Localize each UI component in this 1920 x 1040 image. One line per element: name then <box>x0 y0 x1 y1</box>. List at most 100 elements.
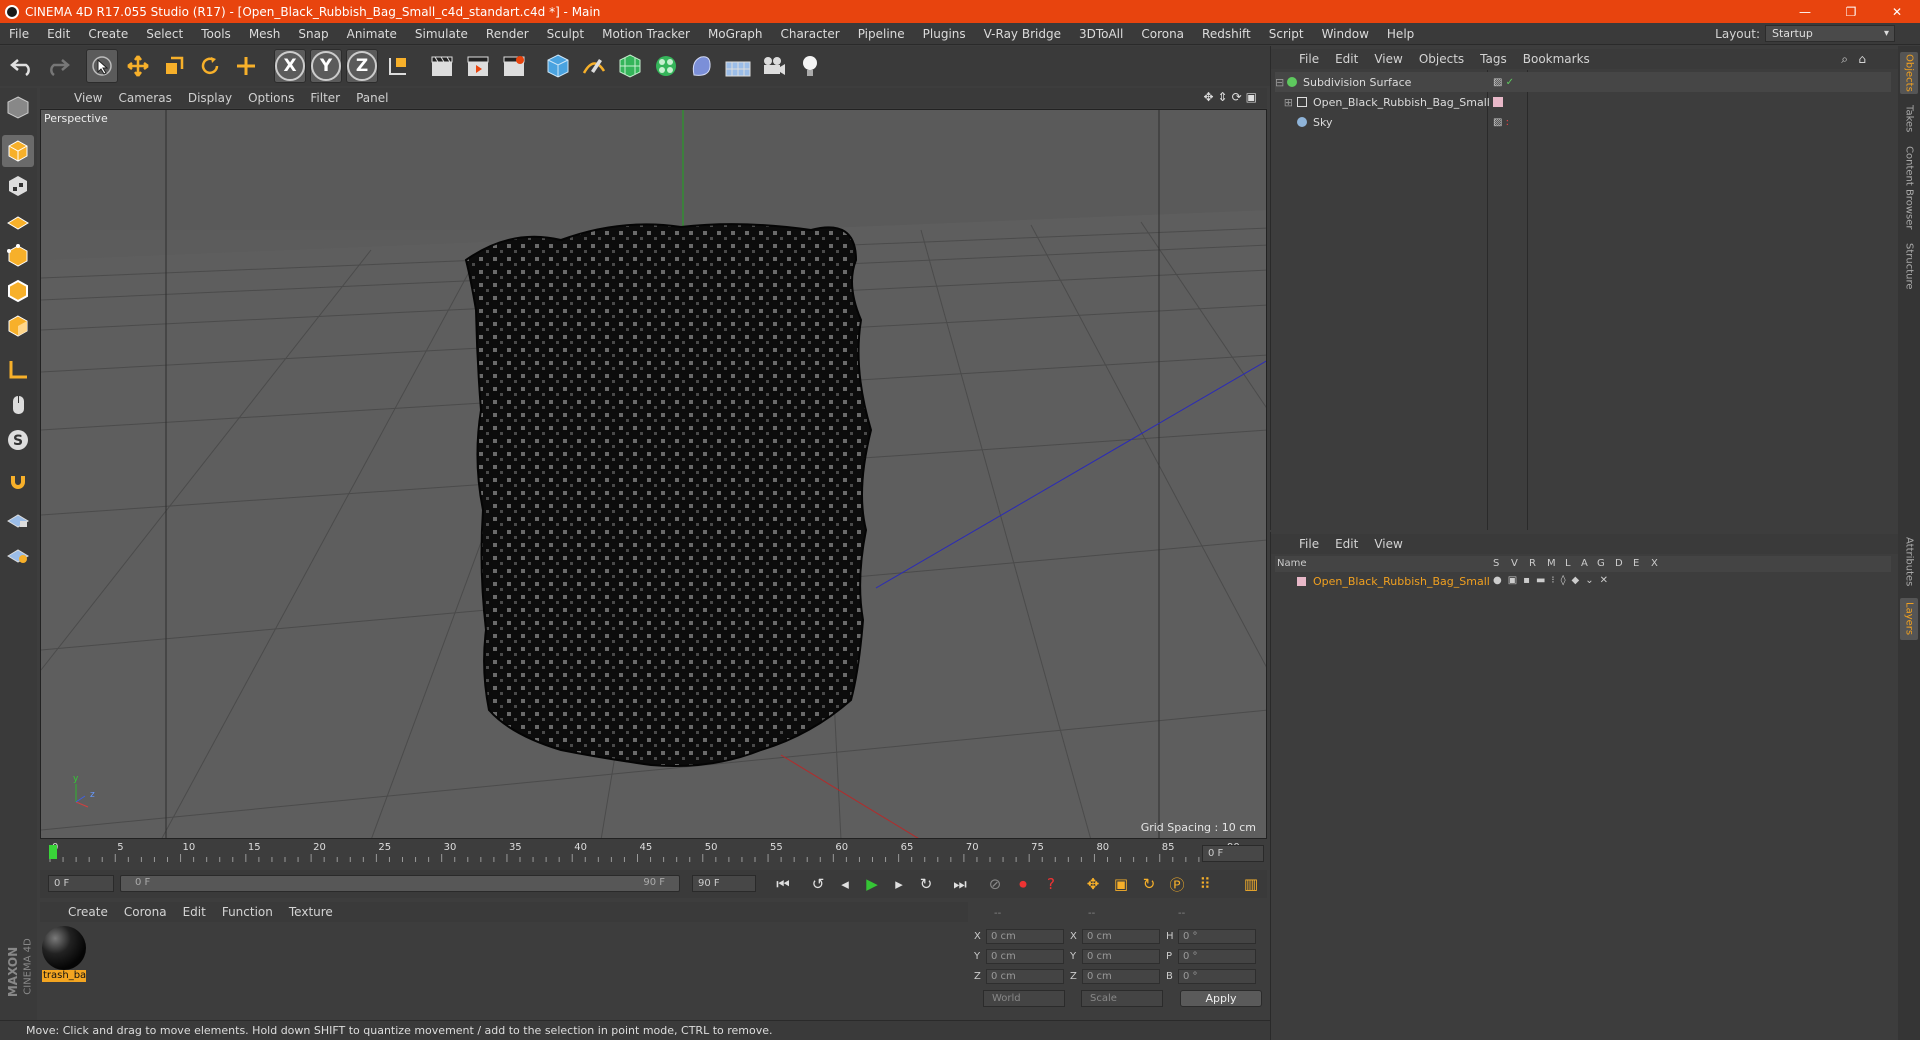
object-row-sky[interactable]: Sky ▨ : <box>1275 112 1891 132</box>
key-scale-button[interactable]: ▣ <box>1109 872 1133 896</box>
rotation-b-field[interactable]: 0 ° <box>1178 968 1256 984</box>
end-frame-field[interactable]: 90 F <box>692 875 756 892</box>
object-row-subdivision-surface[interactable]: ⊟ Subdivision Surface ▨ ✓ <box>1275 72 1891 92</box>
apply-button[interactable]: Apply <box>1180 990 1262 1007</box>
layer-col-r[interactable]: R <box>1529 558 1536 569</box>
layer-row[interactable]: Open_Black_Rubbish_Bag_Small ●▣▪▬⁝◊◆⌄✕ <box>1275 574 1891 590</box>
om-search-icon[interactable]: ⌕ <box>1841 52 1848 67</box>
layer-col-g[interactable]: G <box>1597 558 1605 569</box>
rotation-h-field[interactable]: 0 ° <box>1178 928 1256 944</box>
floor-button[interactable] <box>722 49 754 83</box>
menu-simulate[interactable]: Simulate <box>406 27 477 41</box>
layer-col-l[interactable]: L <box>1565 558 1571 569</box>
key-param-button[interactable]: Ⓟ <box>1165 872 1189 896</box>
polygons-mode-button[interactable] <box>2 310 34 342</box>
viewport-menu-options[interactable]: Options <box>240 91 302 105</box>
camera-button[interactable] <box>758 49 790 83</box>
lm-menu-view[interactable]: View <box>1366 537 1410 551</box>
render-view-button[interactable] <box>426 49 458 83</box>
layer-toggle-icons[interactable]: ●▣▪▬⁝◊◆⌄✕ <box>1493 575 1614 586</box>
menu-corona[interactable]: Corona <box>1132 27 1193 41</box>
layer-col-v[interactable]: V <box>1511 558 1518 569</box>
timeline-ruler[interactable]: 051015202530354045505560657075808590 0 F <box>40 842 1267 864</box>
menu-vray-bridge[interactable]: V-Ray Bridge <box>975 27 1070 41</box>
size-x-field[interactable]: 0 cm <box>1082 928 1160 944</box>
axis-mode-button[interactable] <box>2 354 34 386</box>
viewport-menu-cameras[interactable]: Cameras <box>110 91 179 105</box>
size-z-field[interactable]: 0 cm <box>1082 968 1160 984</box>
coordinate-system-button[interactable] <box>382 49 414 83</box>
locked-workplane-button[interactable] <box>2 503 34 535</box>
tab-content-browser[interactable]: Content Browser <box>1900 144 1918 232</box>
render-picture-viewer-button[interactable] <box>462 49 494 83</box>
viewport-menu-filter[interactable]: Filter <box>302 91 348 105</box>
playhead[interactable] <box>49 845 57 859</box>
z-axis-lock-button[interactable]: Z <box>346 49 378 83</box>
menu-script[interactable]: Script <box>1260 27 1313 41</box>
key-position-button[interactable]: ✥ <box>1081 872 1105 896</box>
step-back-button[interactable]: ◂ <box>833 872 857 896</box>
tab-structure[interactable]: Structure <box>1900 240 1918 292</box>
object-row-rubbish-bag[interactable]: ⊞ Open_Black_Rubbish_Bag_Small <box>1275 92 1891 112</box>
om-home-icon[interactable]: ⌂ <box>1858 52 1866 66</box>
menu-tools[interactable]: Tools <box>192 27 240 41</box>
menu-mesh[interactable]: Mesh <box>240 27 290 41</box>
size-y-field[interactable]: 0 cm <box>1082 948 1160 964</box>
menu-help[interactable]: Help <box>1378 27 1423 41</box>
material-preview-swatch[interactable] <box>42 926 86 970</box>
menu-pipeline[interactable]: Pipeline <box>849 27 914 41</box>
menu-mograph[interactable]: MoGraph <box>699 27 772 41</box>
material-name-label[interactable]: trash_ba <box>42 970 86 982</box>
om-menu-tags[interactable]: Tags <box>1472 52 1515 66</box>
rubbish-bag-model[interactable] <box>464 223 873 767</box>
close-button[interactable]: ✕ <box>1874 0 1920 23</box>
menu-animate[interactable]: Animate <box>338 27 406 41</box>
om-menu-edit[interactable]: Edit <box>1327 52 1366 66</box>
select-tool-button[interactable] <box>86 49 118 83</box>
keyframe-help-button[interactable]: ? <box>1039 872 1063 896</box>
goto-next-key-button[interactable]: ↻ <box>914 872 938 896</box>
tab-objects[interactable]: Objects <box>1900 52 1918 94</box>
undo-button[interactable] <box>6 49 38 83</box>
material-menu-create[interactable]: Create <box>60 905 116 919</box>
edges-mode-button[interactable] <box>2 275 34 307</box>
autokey-button[interactable]: ⏺ <box>1011 872 1035 896</box>
layer-col-m[interactable]: M <box>1547 558 1556 569</box>
workplane-snap-button[interactable] <box>2 538 34 570</box>
menu-plugins[interactable]: Plugins <box>914 27 975 41</box>
rotate-tool-button[interactable] <box>194 49 226 83</box>
material-menu-function[interactable]: Function <box>214 905 281 919</box>
workplane-mode-button[interactable] <box>2 205 34 237</box>
menu-select[interactable]: Select <box>137 27 192 41</box>
lm-menu-file[interactable]: File <box>1291 537 1327 551</box>
current-frame-field[interactable]: 0 F <box>1202 845 1264 862</box>
frame-range-slider[interactable]: 0 F 90 F <box>120 875 680 892</box>
timeline-window-button[interactable]: ▥ <box>1239 872 1263 896</box>
scale-tool-button[interactable] <box>158 49 190 83</box>
play-button[interactable]: ▶ <box>860 872 884 896</box>
snap-toggle-button[interactable]: S <box>2 424 34 456</box>
layer-col-e[interactable]: E <box>1633 558 1639 569</box>
cloner-button[interactable] <box>650 49 682 83</box>
points-mode-button[interactable] <box>2 240 34 272</box>
key-rotation-button[interactable]: ↻ <box>1137 872 1161 896</box>
deformer-button[interactable] <box>686 49 718 83</box>
menu-create[interactable]: Create <box>79 27 137 41</box>
viewport-menu-panel[interactable]: Panel <box>348 91 396 105</box>
tab-attributes[interactable]: Attributes <box>1900 532 1918 592</box>
menu-redshift[interactable]: Redshift <box>1193 27 1260 41</box>
layer-col-x[interactable]: X <box>1651 558 1658 569</box>
menu-file[interactable]: File <box>0 27 38 41</box>
lm-menu-edit[interactable]: Edit <box>1327 537 1366 551</box>
position-z-field[interactable]: 0 cm <box>986 968 1064 984</box>
layout-dropdown[interactable]: Startup <box>1765 25 1895 42</box>
menu-character[interactable]: Character <box>771 27 848 41</box>
material-menu-edit[interactable]: Edit <box>175 905 214 919</box>
position-y-field[interactable]: 0 cm <box>986 948 1064 964</box>
transform-mode-dropdown[interactable]: Scale <box>1081 990 1163 1007</box>
model-mode-button[interactable] <box>2 135 34 167</box>
menu-window[interactable]: Window <box>1313 27 1378 41</box>
coordinate-mode-dropdown[interactable]: World <box>983 990 1065 1007</box>
subdivision-surface-button[interactable] <box>614 49 646 83</box>
material-menu-texture[interactable]: Texture <box>281 905 341 919</box>
